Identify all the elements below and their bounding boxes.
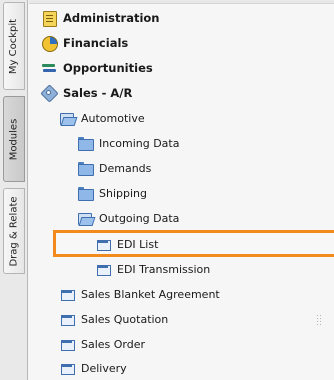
tree-item-sales-ar[interactable]: Sales - A/R	[41, 81, 132, 105]
tree-item-label: EDI List	[117, 237, 159, 251]
tree-item-label: Automotive	[81, 111, 145, 125]
list-window-icon	[59, 311, 75, 327]
folder-icon	[77, 160, 94, 176]
tab-drag-relate-label: Drag & Relate	[8, 195, 20, 267]
tree-item-label: EDI Transmission	[117, 262, 211, 276]
list-window-icon	[59, 286, 75, 302]
tree-item-edi-list[interactable]: EDI List	[95, 232, 158, 256]
sales-tag-icon	[41, 85, 57, 101]
tab-my-cockpit-label: My Cockpit	[8, 18, 20, 74]
tree-item-label: Administration	[63, 11, 160, 25]
tree-item-label: Incoming Data	[99, 136, 180, 150]
tab-modules-label: Modules	[8, 118, 20, 160]
list-window-icon	[59, 360, 75, 376]
tree-item-label: Financials	[63, 36, 129, 50]
tree-item-label: Sales Blanket Agreement	[81, 287, 220, 301]
tree-folder-outgoing-data[interactable]: Outgoing Data	[77, 206, 179, 230]
list-window-icon	[59, 336, 75, 352]
tree-item-sales-order[interactable]: Sales Order	[59, 332, 145, 356]
tab-drag-relate[interactable]: Drag & Relate	[3, 188, 25, 274]
list-window-icon	[95, 236, 111, 252]
resize-grip-icon[interactable]	[316, 314, 324, 328]
tree-item-financials[interactable]: Financials	[41, 31, 128, 55]
tree-folder-demands[interactable]: Demands	[77, 156, 151, 180]
administration-icon	[41, 10, 57, 27]
tree-item-label: Sales Order	[81, 337, 146, 351]
open-folder-icon	[59, 110, 75, 126]
opportunities-icon	[41, 60, 57, 76]
tree-item-edi-transmission[interactable]: EDI Transmission	[95, 257, 210, 281]
tree-item-label: Sales Quotation	[81, 312, 169, 326]
side-tab-strip: My Cockpit Modules Drag & Relate	[0, 0, 28, 380]
tree-item-administration[interactable]: Administration	[41, 6, 160, 30]
panel-top-border	[29, 0, 334, 4]
pie-chart-icon	[41, 35, 58, 52]
modules-tree-panel: Administration Financials Opportunities …	[29, 0, 334, 380]
folder-icon	[77, 185, 94, 201]
tree-item-label: Demands	[99, 161, 152, 175]
tree-item-label: Delivery	[81, 361, 127, 375]
tree-folder-incoming-data[interactable]: Incoming Data	[77, 131, 179, 155]
tree-item-opportunities[interactable]: Opportunities	[41, 56, 153, 80]
list-window-icon	[95, 261, 111, 277]
tree-item-label: Shipping	[99, 186, 147, 200]
tree-item-label: Opportunities	[63, 61, 153, 75]
tree-item-delivery[interactable]: Delivery	[59, 356, 127, 380]
tab-my-cockpit[interactable]: My Cockpit	[3, 2, 25, 90]
tree-item-label: Outgoing Data	[99, 211, 180, 225]
open-folder-icon	[77, 210, 93, 226]
tree-item-sales-quotation[interactable]: Sales Quotation	[59, 307, 168, 331]
tree-item-label: Sales - A/R	[63, 86, 133, 100]
tree-folder-shipping[interactable]: Shipping	[77, 181, 147, 205]
tree-item-sales-blanket-agreement[interactable]: Sales Blanket Agreement	[59, 282, 220, 306]
folder-icon	[77, 135, 94, 151]
tab-modules[interactable]: Modules	[3, 96, 25, 182]
tree-folder-automotive[interactable]: Automotive	[59, 106, 145, 130]
